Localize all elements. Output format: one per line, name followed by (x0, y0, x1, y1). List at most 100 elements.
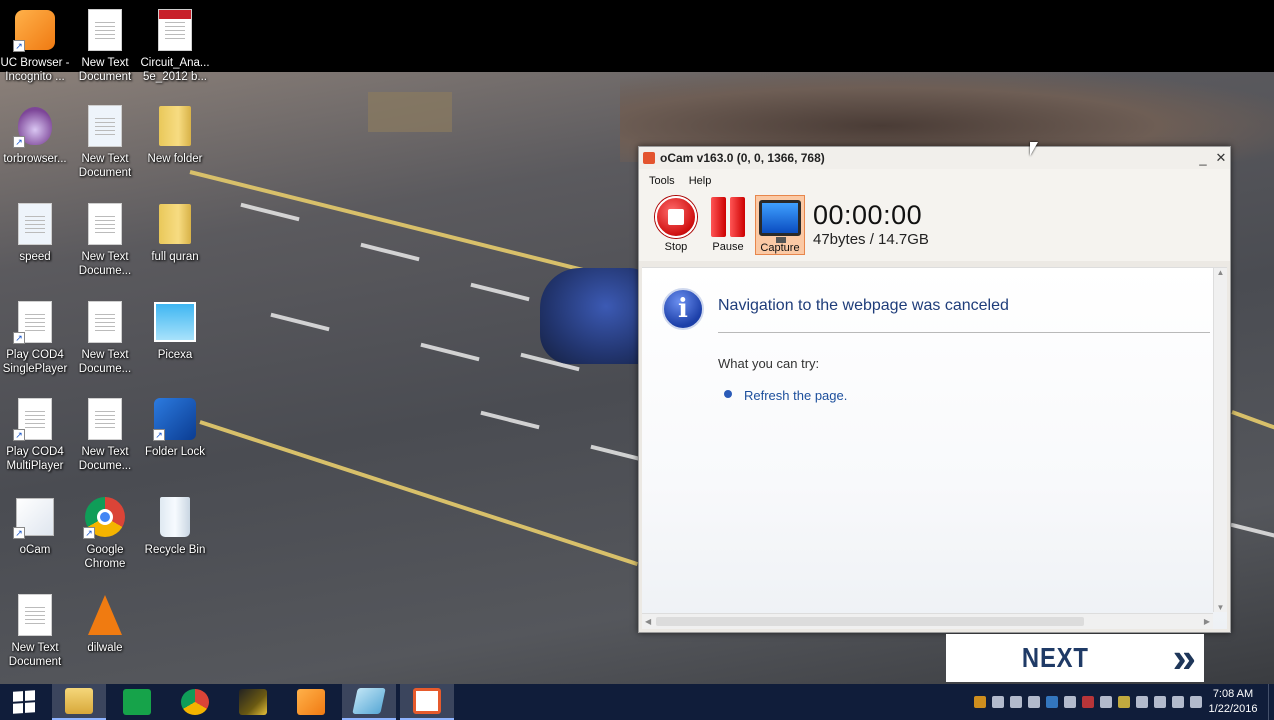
desktop-icon-ocam[interactable]: ↗ oCam (0, 495, 70, 557)
desktop-icon-new-text-document-4[interactable]: New Text Docume... (70, 397, 140, 473)
show-hidden-icons-icon[interactable] (992, 696, 1004, 708)
scrollbar-thumb[interactable] (656, 617, 1084, 626)
eye-tray-icon[interactable] (1064, 696, 1076, 708)
wallpaper-road-line (199, 420, 639, 567)
desktop-icon-label: New Text Document (8, 642, 62, 668)
x-tray-icon[interactable] (1082, 696, 1094, 708)
ocam-app-icon (643, 152, 655, 164)
system-clock[interactable]: 7:08 AM 1/22/2016 (1204, 687, 1262, 717)
divider (718, 332, 1210, 333)
uc-browser-icon: ↗ (13, 8, 57, 52)
desktop-icon-label: New Text Document (78, 153, 132, 179)
wallpaper-lane-dash (470, 282, 530, 302)
desktop-icon-google-chrome[interactable]: ↗ Google Chrome (70, 495, 140, 571)
error-headline: Navigation to the webpage was canceled (718, 297, 1009, 314)
desktop-icon-new-text-document-3[interactable]: New Text Docume... (70, 202, 140, 278)
desktop-icon-play-cod4-singleplayer[interactable]: ↗ Play COD4 SinglePlayer (0, 300, 70, 376)
embedded-browser-pane: i Navigation to the webpage was canceled… (642, 267, 1227, 629)
desktop-icon-recycle-bin[interactable]: Recycle Bin (140, 495, 210, 557)
desktop-icon-play-cod4-multiplayer[interactable]: ↗ Play COD4 MultiPlayer (0, 397, 70, 473)
scroll-down-icon[interactable]: ▼ (1214, 603, 1227, 612)
capture-button[interactable]: Capture (755, 195, 805, 255)
desktop-icon-new-text-document-crx[interactable]: New Text Docume... (70, 300, 140, 376)
refresh-page-link[interactable]: Refresh the page. (744, 388, 847, 403)
taskbar-ocam[interactable] (400, 684, 454, 720)
wallpaper-car (540, 268, 650, 364)
folder-icon (153, 104, 197, 148)
network-icon[interactable] (1172, 696, 1184, 708)
desktop-icon-label: full quran (151, 251, 199, 263)
taskbar-file-explorer[interactable] (52, 684, 106, 720)
desktop-icon-uc-browser[interactable]: ↗ UC Browser - Incognito ... (0, 8, 70, 84)
warning-tray-icon[interactable] (1118, 696, 1130, 708)
clock-time: 7:08 AM (1212, 688, 1254, 700)
desktop-icon-new-text-document-2[interactable]: New Text Document (70, 104, 140, 180)
shortcut-arrow-icon: ↗ (13, 527, 25, 539)
bluetooth-tray-icon[interactable] (1046, 696, 1058, 708)
desktop-icon-label: dilwale (87, 642, 123, 654)
game-icon (239, 689, 267, 715)
minimize-button[interactable]: _ (1194, 151, 1212, 166)
start-button[interactable] (0, 684, 48, 720)
battery-icon[interactable] (1190, 696, 1202, 708)
desktop-icon-dilwale[interactable]: dilwale (70, 593, 140, 655)
scroll-right-icon[interactable]: ▶ (1204, 617, 1210, 626)
taskbar-chrome[interactable] (168, 684, 222, 720)
ocam-icon (413, 688, 441, 714)
recording-status: 00:00:00 47bytes / 14.7GB (813, 195, 929, 248)
vertical-scrollbar[interactable]: ▲ ▼ (1213, 268, 1227, 612)
double-chevron-icon: » (1172, 634, 1196, 681)
store-icon (123, 689, 151, 715)
desktop-icon-folder-lock[interactable]: ↗ Folder Lock (140, 397, 210, 459)
pause-button[interactable]: Pause (703, 195, 753, 255)
ocam-window: oCam v163.0 (0, 0, 1366, 768) _ ✕ Tools … (638, 146, 1231, 633)
windows-logo-icon (13, 690, 35, 714)
action-center-icon[interactable] (1136, 696, 1148, 708)
stop-label: Stop (664, 241, 688, 253)
bullet-icon (724, 390, 732, 398)
menu-help[interactable]: Help (689, 175, 712, 187)
wallpaper-lane-dash (1230, 522, 1274, 542)
ocam-titlebar[interactable]: oCam v163.0 (0, 0, 1366, 768) _ ✕ (639, 147, 1230, 169)
wallpaper-lane-dash (270, 312, 330, 332)
volume-icon[interactable] (1154, 696, 1166, 708)
keyboard-tray-icon[interactable] (1100, 696, 1112, 708)
pause-label: Pause (712, 241, 744, 253)
show-desktop-button[interactable] (1268, 684, 1274, 720)
desktop-icon-picexa[interactable]: Picexa (140, 300, 210, 362)
ocam-icon: ↗ (13, 495, 57, 539)
uc-browser-icon (297, 689, 325, 715)
windows-tray-icon[interactable] (1010, 696, 1022, 708)
scroll-left-icon[interactable]: ◀ (645, 617, 651, 626)
desktop-icon-new-text-document[interactable]: New Text Document (0, 593, 70, 669)
taskbar-store[interactable] (110, 684, 164, 720)
desktop-icon-label: New Text Docume... (78, 349, 132, 375)
desktop-icon-torbrowser[interactable]: ↗ torbrowser... (0, 104, 70, 166)
taskbar-tablet-app[interactable] (342, 684, 396, 720)
scroll-up-icon[interactable]: ▲ (1214, 268, 1227, 277)
taskbar-game[interactable] (226, 684, 280, 720)
shortcut-arrow-icon: ↗ (83, 527, 95, 539)
shortcut-document-icon: ↗ (13, 300, 57, 344)
vlc-tray-icon[interactable] (974, 696, 986, 708)
stop-icon (655, 196, 697, 238)
try-label: What you can try: (718, 356, 820, 371)
desktop-icon-speed[interactable]: speed (0, 202, 70, 264)
tools-tray-icon[interactable] (1028, 696, 1040, 708)
vlc-icon (83, 593, 127, 637)
desktop-icon-new-folder[interactable]: New folder (140, 104, 210, 166)
close-button[interactable]: ✕ (1212, 150, 1230, 166)
menu-tools[interactable]: Tools (649, 175, 675, 187)
horizontal-scrollbar[interactable]: ◀ ▶ (642, 613, 1213, 629)
desktop-icon-new-text-document-cpp[interactable]: New Text Document (70, 8, 140, 84)
next-banner[interactable]: NEXT » (946, 634, 1204, 682)
desktop-icon-full-quran[interactable]: full quran (140, 202, 210, 264)
taskbar-uc-browser[interactable] (284, 684, 338, 720)
menu-bar: Tools Help (639, 169, 1230, 193)
text-document-icon (83, 202, 127, 246)
pause-icon (711, 197, 745, 237)
settings-document-icon (83, 104, 127, 148)
chrome-icon (181, 689, 209, 715)
desktop-icon-circuit-pdf[interactable]: Circuit_Ana... 5e_2012 b... (140, 8, 210, 84)
stop-button[interactable]: Stop (651, 195, 701, 255)
